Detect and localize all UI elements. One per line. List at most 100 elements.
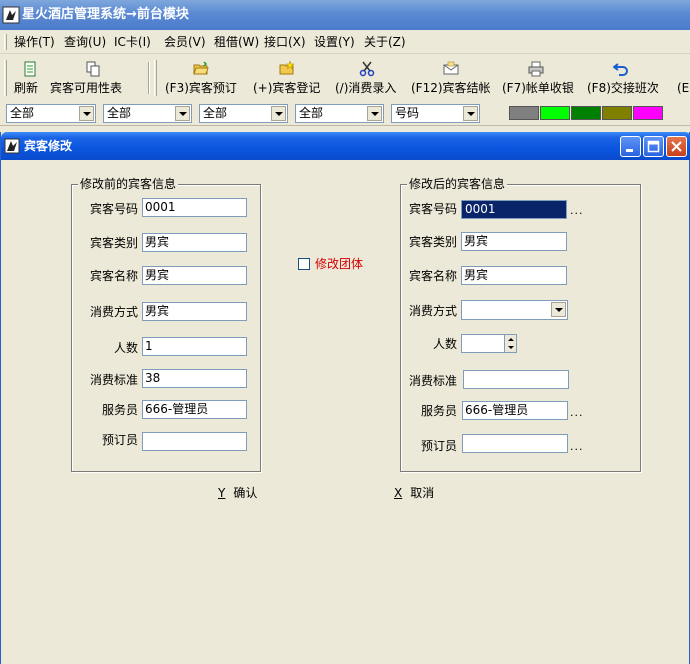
before-people-count-field[interactable]: 1 <box>142 337 247 356</box>
color-swatch-green <box>571 106 601 120</box>
close-button[interactable] <box>666 136 687 157</box>
before-booker-label: 预订员 <box>101 433 138 447</box>
checkin-button[interactable]: (+)宾客登记 <box>253 58 325 98</box>
cashier-button[interactable]: (F7)帐单收银 <box>502 58 578 98</box>
after-guest-name-field[interactable]: 男宾 <box>461 266 567 285</box>
after-guest-type-field[interactable]: 男宾 <box>461 232 567 251</box>
after-payment-method-select[interactable] <box>461 300 568 320</box>
after-waiter-browse[interactable]: ... <box>570 406 584 420</box>
confirm-button[interactable]: Y 确认 <box>218 486 257 500</box>
chevron-down-icon[interactable] <box>79 106 94 121</box>
menubar: 操作(T) 查询(U) IC卡(I) 会员(V) 租借(W) 接口(X) 设置(… <box>0 30 690 54</box>
after-booker-label: 预订员 <box>420 439 457 453</box>
reservation-label: (F3)宾客预订 <box>165 81 237 95</box>
filter-combo-3[interactable]: 全部 <box>199 104 288 123</box>
cashier-label: (F7)帐单收银 <box>502 81 574 95</box>
before-guest-number-field[interactable]: 0001 <box>142 198 247 217</box>
after-guest-number-value: 0001 <box>464 202 497 216</box>
modify-group-label[interactable]: 修改团体 <box>315 257 363 271</box>
before-guest-type-field[interactable]: 男宾 <box>142 233 247 252</box>
consumption-button[interactable]: (/)消费录入 <box>335 58 405 98</box>
menubar-grip[interactable] <box>4 34 7 50</box>
before-consumption-standard-field[interactable]: 38 <box>142 369 247 388</box>
maximize-button[interactable] <box>643 136 664 157</box>
color-swatch-gray <box>509 106 539 120</box>
after-guest-number-browse[interactable]: ... <box>570 204 584 218</box>
checkout-button[interactable]: (F12)宾客结帐 <box>411 58 495 98</box>
dialog-titlebar[interactable]: 宾客修改 <box>1 132 690 160</box>
availability-button[interactable]: 宾客可用性表 <box>50 58 136 98</box>
toolbar-overflow-button[interactable]: (E <box>677 58 690 98</box>
before-booker-field[interactable] <box>142 432 247 451</box>
menu-member[interactable]: 会员(V) <box>164 34 206 50</box>
filter-combo-2-value: 全部 <box>107 106 132 120</box>
refresh-label: 刷新 <box>14 81 39 95</box>
menu-operation[interactable]: 操作(T) <box>14 34 55 50</box>
filter-combo-5[interactable]: 号码 <box>391 104 480 123</box>
chevron-down-icon[interactable] <box>175 106 190 121</box>
filter-combo-4-value: 全部 <box>299 106 324 120</box>
menu-rental[interactable]: 租借(W) <box>214 34 259 50</box>
minimize-button[interactable] <box>620 136 641 157</box>
before-people-count-label: 人数 <box>113 341 138 355</box>
dialog-title: 宾客修改 <box>24 139 73 153</box>
menu-ic-card[interactable]: IC卡(I) <box>114 34 151 50</box>
before-waiter-label: 服务员 <box>101 403 138 417</box>
toolbar-grip-2[interactable] <box>154 60 157 96</box>
after-guest-number-field[interactable]: 0001 <box>461 200 567 219</box>
before-payment-method-label: 消费方式 <box>89 305 138 319</box>
after-info-legend: 修改后的宾客信息 <box>407 177 508 191</box>
after-waiter-label: 服务员 <box>420 404 457 418</box>
before-info-legend: 修改前的宾客信息 <box>78 177 179 191</box>
filter-combo-2[interactable]: 全部 <box>103 104 192 123</box>
before-info-group: 修改前的宾客信息 <box>71 177 261 472</box>
chevron-down-icon[interactable] <box>271 106 286 121</box>
after-guest-name-label: 宾客名称 <box>408 269 457 283</box>
envelope-icon <box>443 61 459 75</box>
chevron-down-icon[interactable] <box>367 106 382 121</box>
toolbar-grip[interactable] <box>4 60 7 96</box>
chevron-down-icon[interactable] <box>463 106 478 121</box>
before-payment-method-field[interactable]: 男宾 <box>142 302 247 321</box>
after-info-group: 修改后的宾客信息 <box>400 177 641 472</box>
reservation-button[interactable]: (F3)宾客预订 <box>165 58 241 98</box>
guest-edit-dialog: 宾客修改 修改前的宾客信息 宾客号码 0001 宾客类别 男宾 宾客名称 男宾 … <box>0 132 690 664</box>
modify-group-checkbox[interactable] <box>298 258 310 270</box>
app-logo-icon <box>2 6 20 24</box>
app-window: 星火酒店管理系统→前台模块 操作(T) 查询(U) IC卡(I) 会员(V) 租… <box>0 0 690 664</box>
before-guest-name-field[interactable]: 男宾 <box>142 266 247 285</box>
before-guest-type-label: 宾客类别 <box>89 236 138 250</box>
scissors-icon <box>359 61 375 77</box>
menu-settings[interactable]: 设置(Y) <box>314 34 355 50</box>
menu-query[interactable]: 查询(U) <box>64 34 106 50</box>
cancel-label: 取消 <box>410 486 435 500</box>
menu-interface[interactable]: 接口(X) <box>264 34 306 50</box>
refresh-button[interactable]: 刷新 <box>14 58 44 98</box>
toolbar-separator <box>148 62 150 94</box>
color-swatch-magenta <box>633 106 663 120</box>
toolbar: 刷新 宾客可用性表 (F3)宾客预订 (+)宾客登记 (/)消费录入 (F12)… <box>0 56 690 100</box>
before-waiter-field[interactable]: 666-管理员 <box>142 400 247 419</box>
refresh-icon <box>24 61 36 77</box>
people-count-stepper[interactable] <box>504 334 517 353</box>
maximize-icon <box>647 140 660 153</box>
after-booker-field[interactable] <box>462 434 568 453</box>
after-consumption-standard-field[interactable] <box>463 370 569 389</box>
consumption-label: (/)消费录入 <box>335 81 397 95</box>
after-people-count-field[interactable] <box>461 334 505 353</box>
chevron-down-icon[interactable] <box>551 302 566 317</box>
before-guest-number-label: 宾客号码 <box>89 202 138 216</box>
filter-combo-1[interactable]: 全部 <box>6 104 96 123</box>
color-swatch-olive <box>602 106 632 120</box>
after-waiter-field[interactable]: 666-管理员 <box>462 401 568 420</box>
after-booker-browse[interactable]: ... <box>570 440 584 454</box>
menu-about[interactable]: 关于(Z) <box>364 34 406 50</box>
before-consumption-standard-label: 消费标准 <box>89 373 138 387</box>
cancel-button[interactable]: X 取消 <box>394 486 434 500</box>
filter-combo-1-value: 全部 <box>10 106 35 120</box>
shift-change-button[interactable]: (F8)交接班次 <box>587 58 663 98</box>
filter-combo-3-value: 全部 <box>203 106 228 120</box>
filter-combo-4[interactable]: 全部 <box>295 104 384 123</box>
minimize-icon <box>626 149 633 152</box>
undo-icon <box>613 63 628 76</box>
